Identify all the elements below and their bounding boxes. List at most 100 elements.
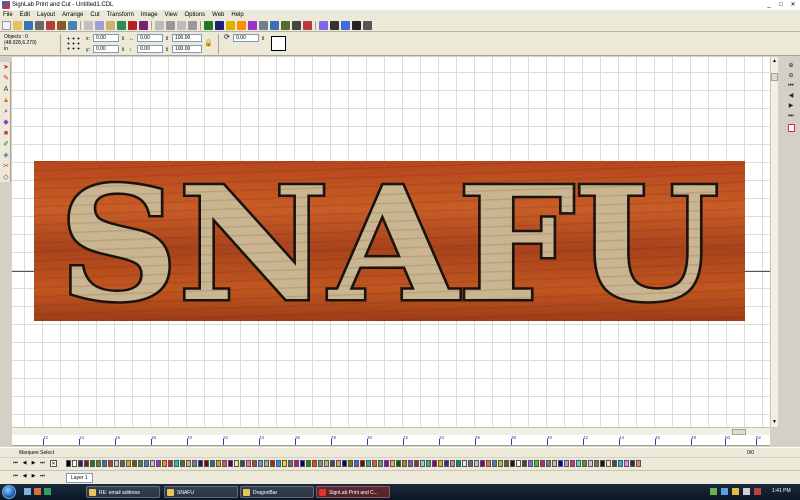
color-swatch[interactable] [198, 460, 203, 467]
color-swatch[interactable] [504, 460, 509, 467]
color-swatch[interactable] [366, 460, 371, 467]
color-swatch[interactable] [522, 460, 527, 467]
color-swatch[interactable] [564, 460, 569, 467]
menu-options[interactable]: Options [184, 12, 205, 18]
color-swatch[interactable] [492, 460, 497, 467]
color-swatch[interactable] [600, 460, 605, 467]
menu-file[interactable]: File [3, 12, 13, 18]
scroll-down-icon[interactable]: ▼ [771, 419, 778, 426]
horizontal-scrollbar[interactable] [12, 427, 770, 435]
color-swatch[interactable] [354, 460, 359, 467]
plot-icon[interactable] [46, 21, 55, 30]
color-swatch[interactable] [426, 460, 431, 467]
shadow-icon[interactable] [248, 21, 257, 30]
layer-tab[interactable]: Layer 1 [66, 473, 93, 483]
taskbar-clock[interactable]: 1:41 PM [772, 488, 791, 494]
color-swatch[interactable] [300, 460, 305, 467]
scale-x-field[interactable]: 100.00 [172, 34, 202, 42]
color-swatch[interactable] [474, 460, 479, 467]
no-fill-swatch-icon[interactable]: ✕ [50, 460, 57, 467]
next-page-icon[interactable]: ▶ [786, 102, 796, 111]
color-swatch[interactable] [246, 460, 251, 467]
taskbar-item-snafu[interactable]: SNAFU [164, 486, 238, 498]
lightbulb-icon[interactable] [330, 21, 339, 30]
menu-edit[interactable]: Edit [20, 12, 30, 18]
color-swatch[interactable] [72, 460, 77, 467]
origin-box-icon[interactable] [271, 36, 286, 51]
open-folder-icon[interactable] [13, 21, 22, 30]
outline-tool-icon[interactable]: ■ [2, 130, 10, 138]
update-icon[interactable] [721, 488, 728, 495]
spinner-icon[interactable]: ⇕ [261, 36, 265, 42]
import-icon[interactable] [57, 21, 66, 30]
export-icon[interactable] [68, 21, 77, 30]
close-button[interactable]: ✕ [788, 1, 798, 9]
align-right-icon[interactable] [177, 21, 186, 30]
zoom-icon[interactable] [270, 21, 279, 30]
color-swatch[interactable] [594, 460, 599, 467]
text-tool-icon[interactable]: A [2, 86, 10, 94]
save-icon[interactable] [24, 21, 33, 30]
color-swatch[interactable] [174, 460, 179, 467]
menu-transform[interactable]: Transform [107, 12, 134, 18]
menu-view[interactable]: View [165, 12, 178, 18]
color-swatch[interactable] [228, 460, 233, 467]
color-swatch[interactable] [108, 460, 113, 467]
show-desktop-icon[interactable] [24, 488, 31, 495]
color-swatch[interactable] [486, 460, 491, 467]
color-swatch[interactable] [558, 460, 563, 467]
distribute-icon[interactable] [188, 21, 197, 30]
color-swatch[interactable] [612, 460, 617, 467]
color-swatch[interactable] [636, 460, 641, 467]
lock-proportions-icon[interactable]: 🔒 [204, 40, 213, 47]
color-swatch[interactable] [570, 460, 575, 467]
menu-image[interactable]: Image [141, 12, 158, 18]
design-canvas[interactable]: SNAFU [12, 57, 770, 427]
color-swatch[interactable] [510, 460, 515, 467]
node-tool-icon[interactable]: ✎ [2, 75, 10, 83]
last-page-icon[interactable]: ⏭ [786, 112, 796, 121]
color-swatch[interactable] [216, 460, 221, 467]
grid-icon[interactable] [281, 21, 290, 30]
cut-icon[interactable] [84, 21, 93, 30]
power-icon[interactable] [754, 488, 761, 495]
previous-page-icon[interactable]: ◀ [786, 92, 796, 101]
color-swatch[interactable] [288, 460, 293, 467]
align-center-icon[interactable] [166, 21, 175, 30]
color-swatch[interactable] [90, 460, 95, 467]
minimize-button[interactable]: _ [764, 1, 774, 9]
color-swatch[interactable] [66, 460, 71, 467]
color-swatch[interactable] [546, 460, 551, 467]
outline-icon[interactable] [259, 21, 268, 30]
select-tool-icon[interactable]: ➤ [2, 64, 10, 72]
scale-y-field[interactable]: 100.00 [172, 45, 202, 53]
color-swatch[interactable] [534, 460, 539, 467]
color-swatch[interactable] [186, 460, 191, 467]
color-swatch[interactable] [336, 460, 341, 467]
copy-icon[interactable] [95, 21, 104, 30]
contour-icon[interactable] [237, 21, 246, 30]
scroll-up-icon[interactable]: ▲ [771, 58, 778, 65]
menu-cut[interactable]: Cut [90, 12, 99, 18]
x-position-field[interactable]: 0.00 [93, 34, 119, 42]
color-swatch[interactable] [312, 460, 317, 467]
color-swatch[interactable] [168, 460, 173, 467]
explorer-launch-icon[interactable] [44, 488, 51, 495]
cut-job-icon[interactable] [303, 21, 312, 30]
palette-next-icon[interactable]: ▶ [30, 460, 37, 467]
color-swatch[interactable] [210, 460, 215, 467]
y-position-field[interactable]: 0.00 [93, 45, 119, 53]
layer-prev-icon[interactable]: ◀ [21, 473, 28, 480]
print-icon[interactable] [35, 21, 44, 30]
menu-arrange[interactable]: Arrange [62, 12, 83, 18]
color-swatch[interactable] [444, 460, 449, 467]
color-swatch[interactable] [234, 460, 239, 467]
color-swatch[interactable] [396, 460, 401, 467]
browser-launch-icon[interactable] [34, 488, 41, 495]
color-swatch[interactable] [252, 460, 257, 467]
color-swatch[interactable] [450, 460, 455, 467]
fill-tool-icon[interactable]: ◆ [2, 119, 10, 127]
delete-icon[interactable] [139, 21, 148, 30]
color-swatch[interactable] [624, 460, 629, 467]
zoom-out-icon[interactable]: ⊖ [786, 72, 796, 81]
